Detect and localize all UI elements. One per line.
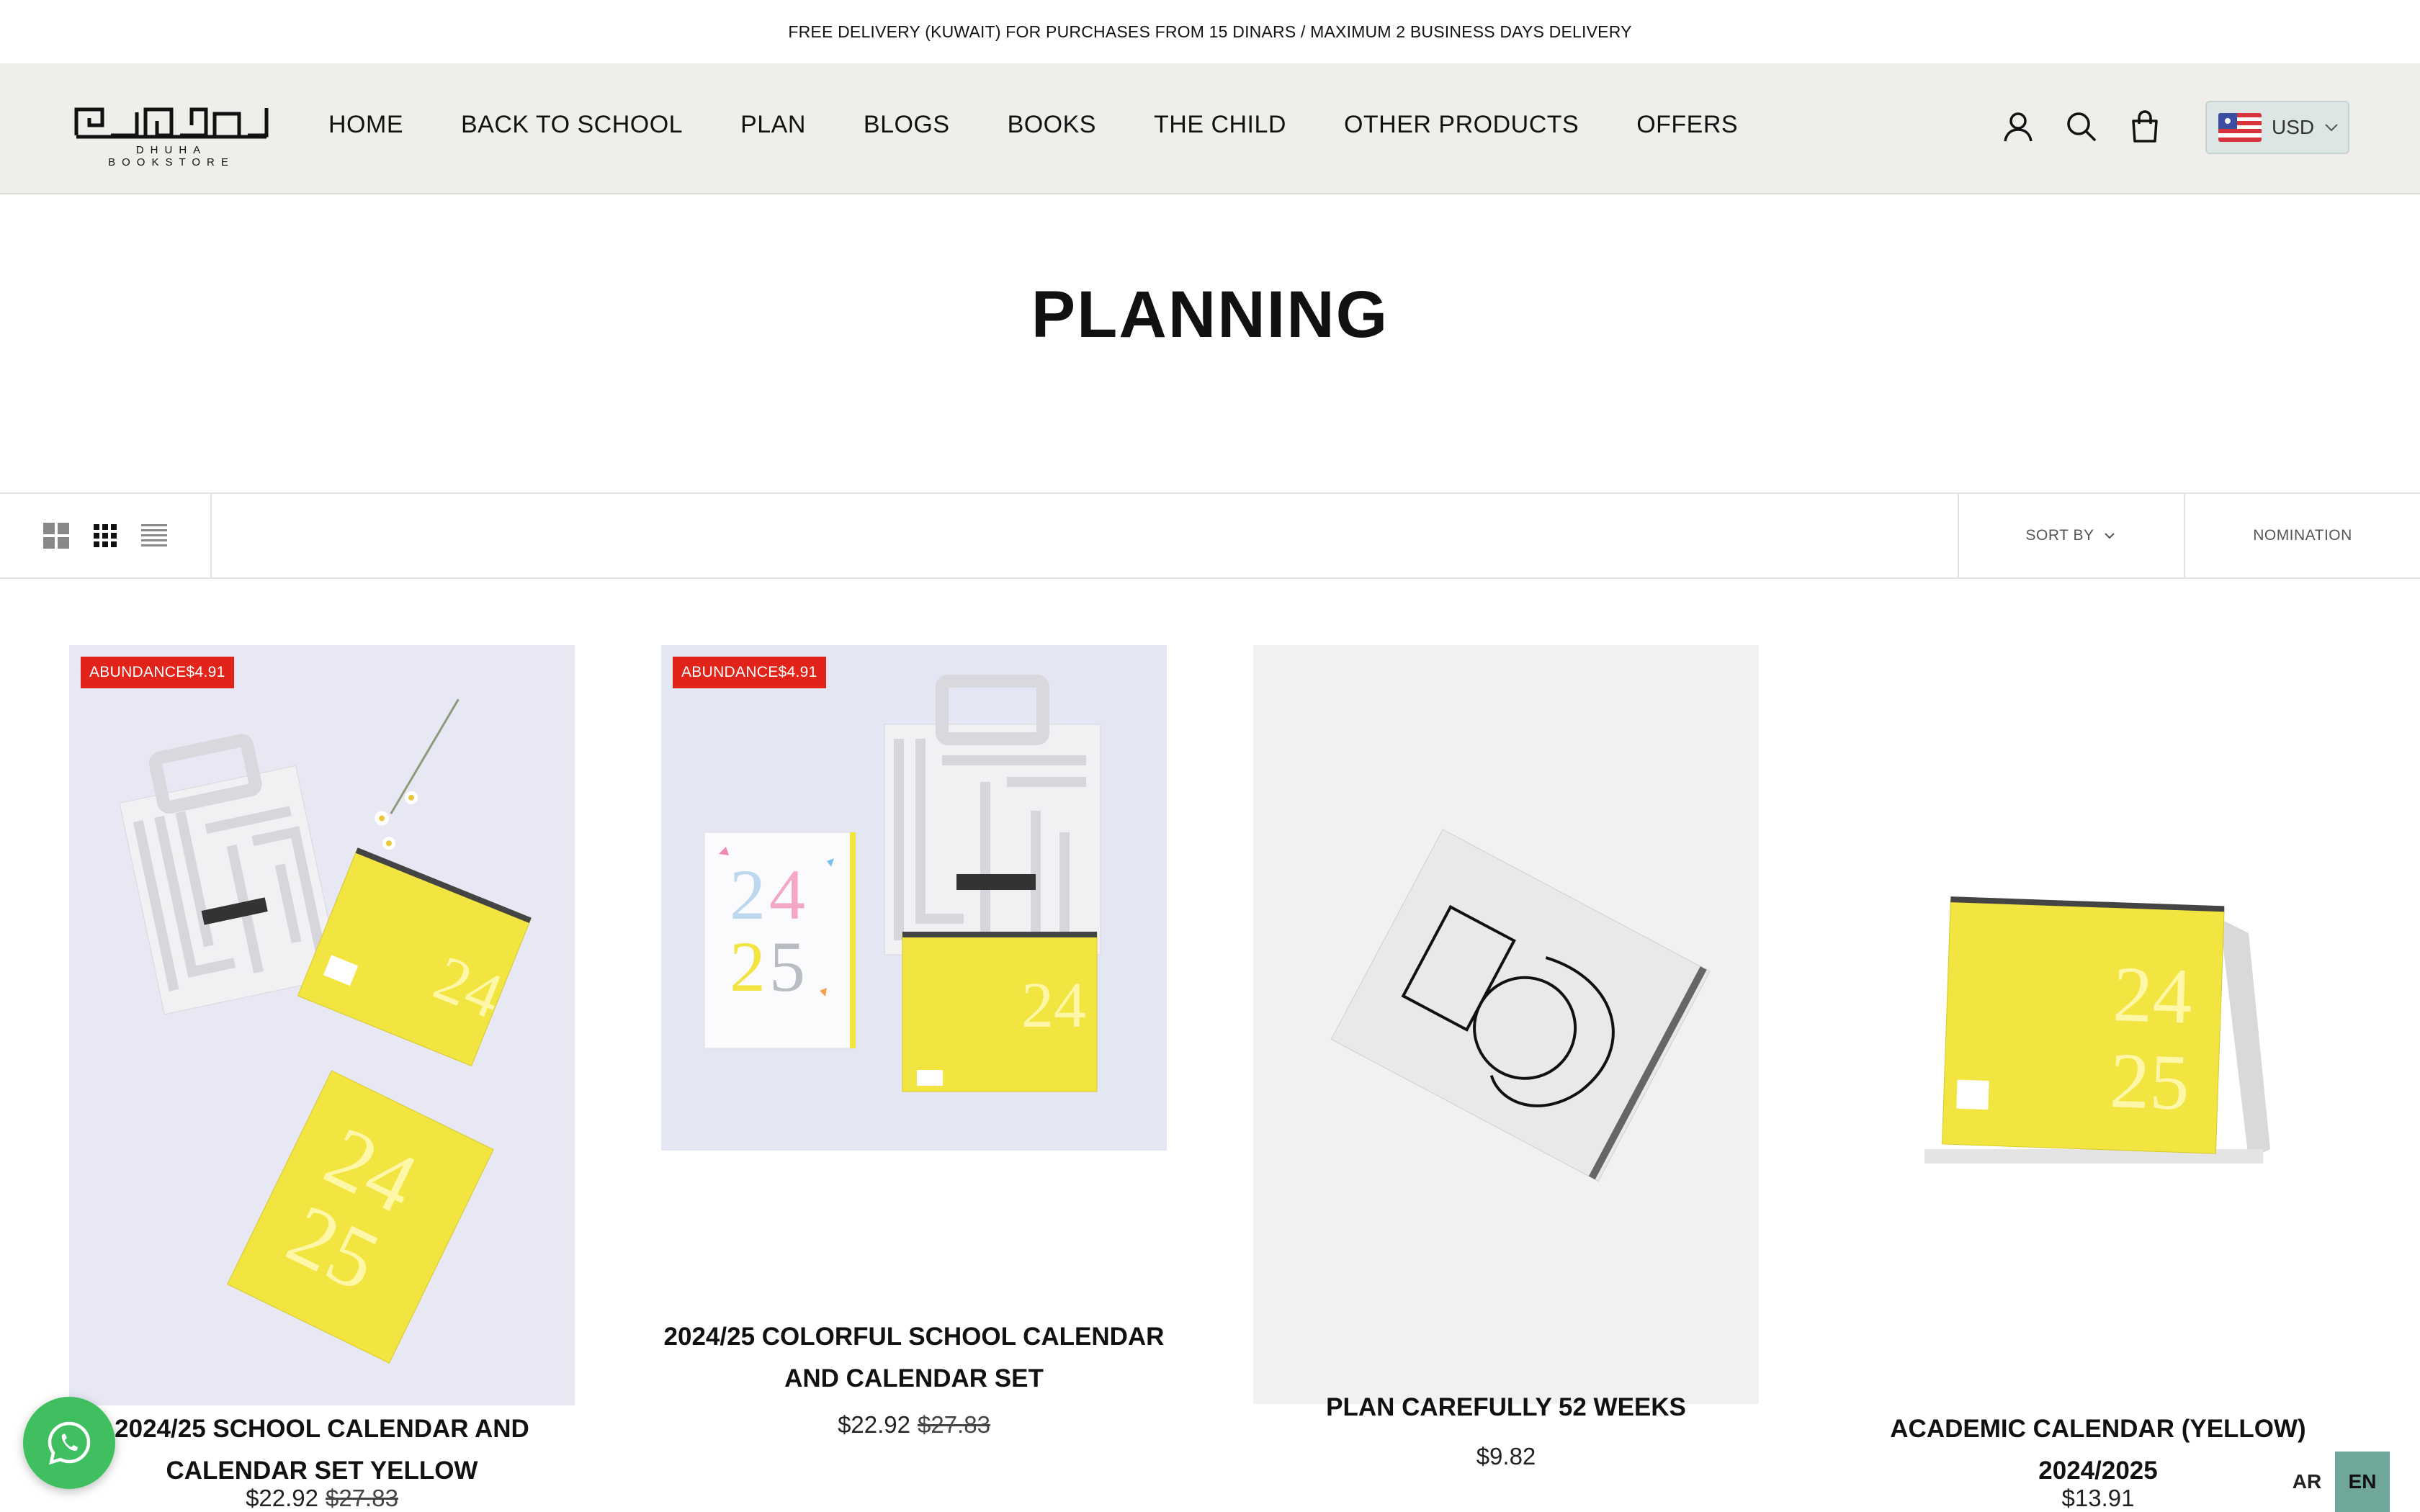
product-photo: 24 24 25 [69, 645, 575, 1405]
svg-text:2: 2 [730, 927, 766, 1007]
grid-small-icon[interactable] [91, 521, 120, 550]
compare-at-price: $27.83 [326, 1485, 398, 1511]
site-header: DHUHA BOOKSTORE HOME BACK TO SCHOOL PLAN… [0, 63, 2420, 194]
logo-text: DHUHA BOOKSTORE [108, 144, 235, 168]
product-image[interactable]: 24 25 [1845, 645, 2351, 1404]
nav-plan[interactable]: PLAN [740, 111, 806, 139]
product-title[interactable]: 2024/25 COLORFUL SCHOOL CALENDAR AND CAL… [661, 1316, 1167, 1400]
toolbar-divider [210, 494, 212, 577]
logo-mark-icon [74, 107, 269, 139]
account-icon[interactable] [1999, 108, 2037, 145]
product-card[interactable]: 24 24 25 ABUNDANCE$4.91 2024/25 SCHOOL C… [69, 645, 575, 1512]
language-en-button[interactable]: EN [2335, 1452, 2390, 1512]
chevron-down-icon [2325, 124, 2338, 132]
us-flag-icon [2218, 113, 2262, 142]
svg-text:4: 4 [769, 855, 805, 935]
sale-price: $22.92 [246, 1485, 318, 1511]
sale-price: $22.92 [838, 1411, 910, 1438]
grid-large-icon[interactable] [42, 521, 71, 550]
product-photo: 24 25 [1845, 645, 2351, 1404]
sort-by-dropdown[interactable]: SORT BY [1959, 494, 2184, 577]
cart-icon[interactable] [2126, 108, 2164, 145]
nav-offers[interactable]: OFFERS [1636, 111, 1738, 139]
nav-other-products[interactable]: OTHER PRODUCTS [1344, 111, 1579, 139]
chevron-down-icon [2105, 533, 2115, 539]
nav-the-child[interactable]: THE CHILD [1154, 111, 1286, 139]
announcement-bar: FREE DELIVERY (KUWAIT) FOR PURCHASES FRO… [788, 22, 1632, 41]
product-title-line: 2024/25 SCHOOL CALENDAR AND [115, 1415, 529, 1443]
product-image[interactable] [1253, 645, 1759, 1404]
product-image[interactable]: 2 4 2 5 24 ABUNDANCE$4.91 [661, 645, 1167, 1151]
product-title[interactable]: 2024/25 SCHOOL CALENDAR AND CALENDAR SET… [69, 1408, 575, 1492]
product-photo [1253, 645, 1759, 1404]
product-photo: 2 4 2 5 24 [661, 645, 1167, 1151]
currency-code: USD [2272, 116, 2315, 138]
whatsapp-chat-button[interactable] [23, 1397, 115, 1489]
product-price-row: $9.82 [1253, 1443, 1759, 1470]
main-nav: HOME BACK TO SCHOOL PLAN BLOGS BOOKS THE… [328, 111, 1796, 139]
product-title-line: AND CALENDAR SET [784, 1364, 1044, 1392]
product-title[interactable]: ACADEMIC CALENDAR (YELLOW) 2024/2025 [1845, 1408, 2351, 1492]
sale-price: $9.82 [1476, 1443, 1536, 1470]
product-price-row: $22.92 $27.83 [661, 1411, 1167, 1439]
compare-at-price: $27.83 [918, 1411, 990, 1438]
svg-text:5: 5 [769, 927, 805, 1007]
product-price-row: $22.92 $27.83 [69, 1485, 575, 1512]
page-title: PLANNING [1031, 278, 1389, 351]
product-title[interactable]: PLAN CAREFULLY 52 WEEKS [1253, 1387, 1759, 1428]
svg-text:24: 24 [2112, 950, 2194, 1040]
product-image[interactable]: 24 24 25 ABUNDANCE$4.91 [69, 645, 575, 1405]
nav-blogs[interactable]: BLOGS [864, 111, 950, 139]
collection-toolbar: SORT BY NOMINATION [0, 492, 2420, 579]
product-title-line: 2024/25 COLORFUL SCHOOL CALENDAR [663, 1323, 1165, 1351]
sale-price: $13.91 [2061, 1485, 2135, 1511]
product-price-row: $13.91 [1845, 1485, 2351, 1512]
whatsapp-icon [48, 1421, 91, 1465]
product-title-line: ACADEMIC CALENDAR (YELLOW) [1890, 1415, 2306, 1443]
product-card[interactable]: PLAN CAREFULLY 52 WEEKS $9.82 [1253, 645, 1759, 1495]
sort-by-label: SORT BY [2025, 527, 2094, 544]
svg-text:25: 25 [2109, 1036, 2191, 1127]
language-ar-button[interactable]: AR [2282, 1452, 2332, 1512]
svg-text:2: 2 [730, 855, 766, 935]
list-icon[interactable] [140, 521, 169, 550]
svg-text:24: 24 [1021, 970, 1086, 1041]
product-card[interactable]: 24 25 ACADEMIC CALENDAR (YELLOW) 2024/20… [1845, 645, 2351, 1512]
discount-badge: ABUNDANCE$4.91 [673, 657, 826, 688]
product-card[interactable]: 2 4 2 5 24 ABUNDANCE$4.91 2024/25 COLORF… [661, 645, 1167, 1452]
currency-selector[interactable]: USD [2205, 101, 2349, 154]
store-logo[interactable]: DHUHA BOOKSTORE [73, 104, 269, 168]
nav-back-to-school[interactable]: BACK TO SCHOOL [461, 111, 683, 139]
nav-home[interactable]: HOME [328, 111, 403, 139]
search-icon[interactable] [2063, 108, 2100, 145]
nav-books[interactable]: BOOKS [1008, 111, 1096, 139]
nomination-filter-button[interactable]: NOMINATION [2185, 494, 2420, 577]
discount-badge: ABUNDANCE$4.91 [81, 657, 234, 688]
